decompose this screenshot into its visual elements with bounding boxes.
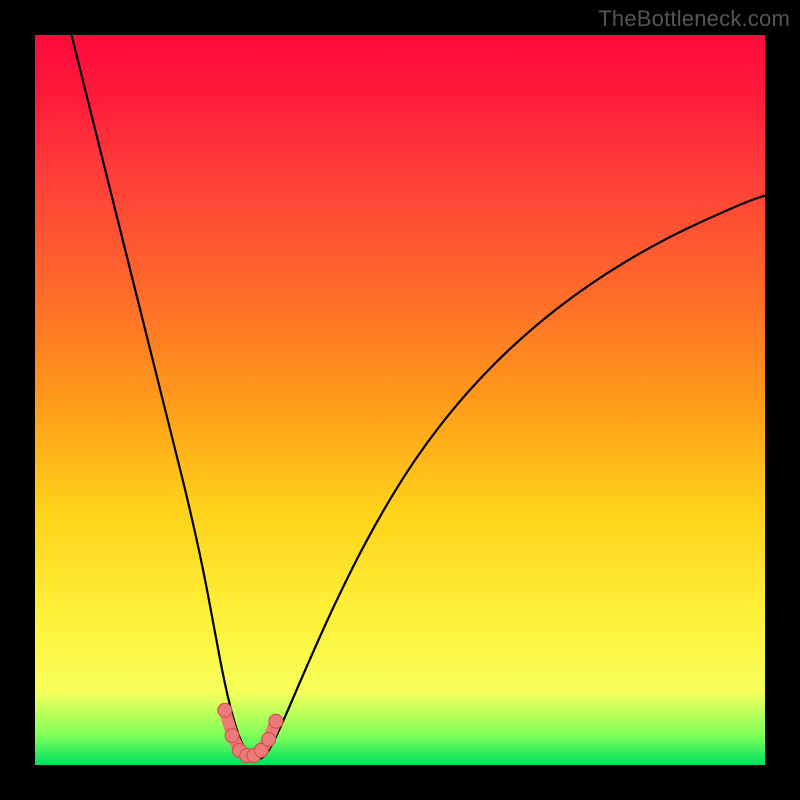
bottleneck-curve: [72, 35, 766, 759]
valley-marker-dot: [218, 703, 232, 717]
chart-frame: TheBottleneck.com: [0, 0, 800, 800]
watermark-text: TheBottleneck.com: [598, 6, 790, 32]
valley-marker-dot: [262, 732, 276, 746]
plot-area: [35, 35, 765, 765]
curve-svg: [35, 35, 765, 765]
valley-markers: [218, 703, 283, 762]
valley-marker-dot: [269, 714, 283, 728]
valley-marker-dot: [225, 729, 239, 743]
